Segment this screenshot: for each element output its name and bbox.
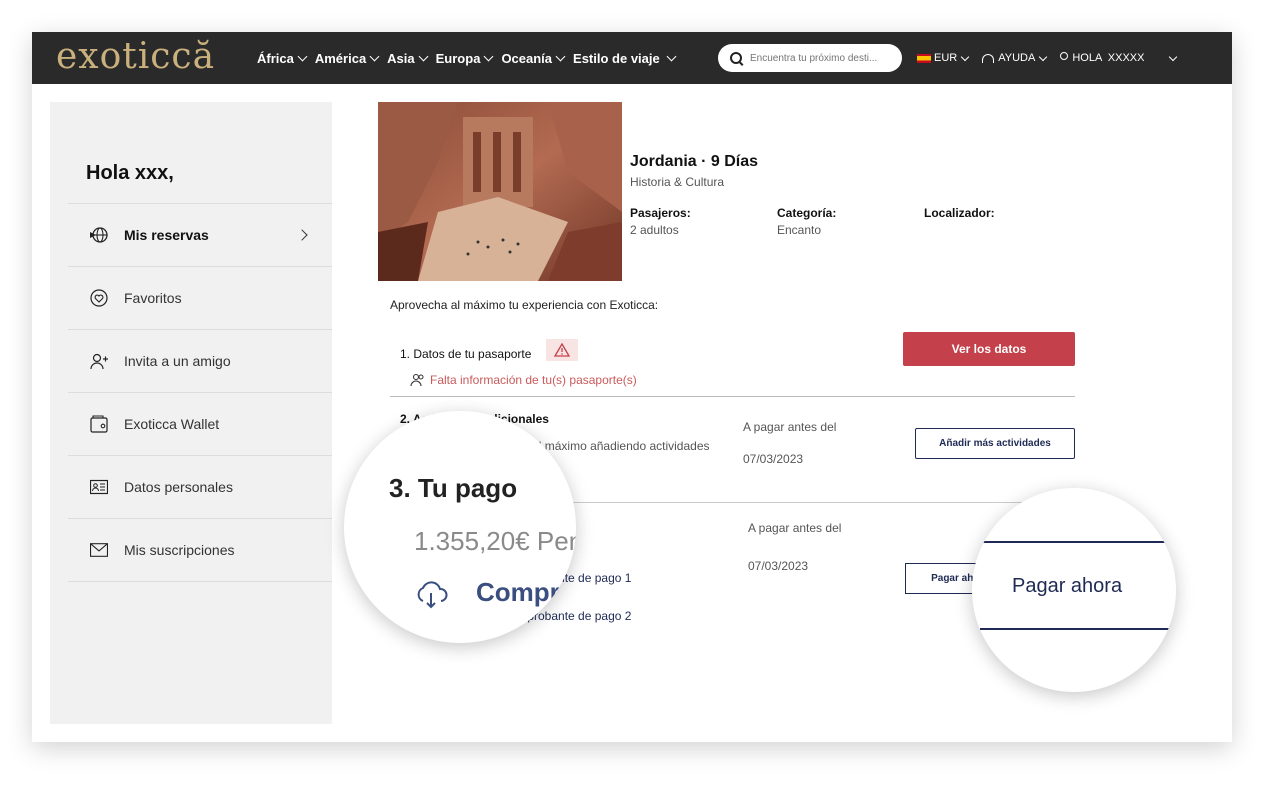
trip-title: Jordania · 9 Días [630, 153, 759, 170]
spain-flag-icon [917, 53, 931, 63]
headset-icon [982, 53, 995, 63]
warning-triangle-icon [554, 343, 570, 357]
chevron-down-icon [483, 51, 494, 61]
meta-locator: Localizador: [924, 206, 995, 223]
divider [390, 396, 1075, 397]
search-icon [730, 52, 742, 64]
payment-section-title: 3. Tu pago [389, 473, 518, 503]
chevron-down-icon [418, 51, 429, 61]
main-nav: África América Asia Europa Oceanía Estil… [257, 32, 684, 84]
view-data-button[interactable]: Ver los datos [903, 332, 1075, 366]
meta-key: Localizador: [924, 206, 995, 220]
chevron-down-icon [297, 51, 308, 61]
chevron-down-icon [1039, 52, 1048, 61]
globe-plane-icon [90, 226, 108, 244]
heart-icon [90, 289, 108, 307]
sidebar-item-label: Mis suscripciones [124, 542, 235, 558]
sidebar-item-favoritos[interactable]: Favoritos [68, 266, 332, 329]
account-sidebar: Hola xxx, Mis reservas Favoritos Invita [50, 102, 332, 724]
meta-key: Pasajeros: [630, 206, 691, 220]
nav-item-europa[interactable]: Europa [436, 51, 494, 66]
search-bar[interactable] [718, 44, 902, 72]
trip-photo-petra [378, 102, 622, 281]
top-navigation-bar: exoticcă África América Asia Europa Ocea… [32, 32, 1232, 84]
button-border-top [980, 541, 1176, 543]
currency-selector[interactable]: EUR [917, 52, 970, 64]
sidebar-item-label: Exoticca Wallet [124, 416, 220, 432]
payment-pay-before: A pagar antes del [748, 521, 842, 535]
nav-item-america[interactable]: América [315, 51, 380, 66]
cloud-download-icon [417, 581, 448, 609]
user-greeting: HOLA XXXXX [1072, 52, 1145, 64]
search-input[interactable] [748, 51, 897, 65]
chevron-down-icon [1169, 52, 1178, 61]
meta-category: Categoría: Encanto [777, 206, 836, 237]
chevron-right-icon [296, 229, 308, 241]
sidebar-item-wallet[interactable]: Exoticca Wallet [68, 392, 332, 455]
magnifier-payment-callout: 3. Tu pago 1.355,20€ Pendiente Comproban… [344, 411, 576, 643]
mail-icon [90, 541, 108, 559]
magnifier-pay-button-callout: Pagar ahora [972, 488, 1176, 692]
account-menu: Mis reservas Favoritos Invita a un amigo [68, 203, 332, 582]
user-icon [1060, 52, 1069, 60]
sidebar-item-label: Datos personales [124, 479, 233, 495]
button-border-bottom [980, 628, 1176, 630]
chevron-down-icon [369, 51, 380, 61]
nav-item-estilo-de-viaje[interactable]: Estilo de viaje [573, 51, 677, 66]
sidebar-item-label: Favoritos [124, 290, 182, 306]
sidebar-item-invita-amigo[interactable]: Invita a un amigo [68, 329, 332, 392]
passport-section-label: 1. Datos de tu pasaporte [400, 347, 532, 361]
user-menu[interactable]: HOLA XXXXX [1060, 52, 1178, 64]
chevron-down-icon [666, 51, 677, 61]
trip-subtitle: Historia & Cultura [630, 175, 725, 189]
sidebar-item-suscripciones[interactable]: Mis suscripciones [68, 518, 332, 582]
activities-pay-before: A pagar antes del [743, 420, 837, 434]
meta-value: Encanto [777, 223, 822, 237]
browser-frame: exoticcă África América Asia Europa Ocea… [32, 32, 1232, 742]
passport-warning: Falta información de tu(s) pasaporte(s) [410, 373, 637, 387]
nav-item-africa[interactable]: África [257, 51, 308, 66]
nav-item-asia[interactable]: Asia [387, 51, 429, 66]
meta-key: Categoría: [777, 206, 837, 220]
users-icon [410, 373, 424, 387]
sidebar-item-datos-personales[interactable]: Datos personales [68, 455, 332, 518]
currency-label: EUR [934, 52, 958, 64]
activities-due-date: 07/03/2023 [743, 452, 804, 466]
sidebar-item-label: Mis reservas [124, 227, 209, 243]
nav-item-oceania[interactable]: Oceanía [501, 51, 566, 66]
pay-now-button-magnified[interactable]: Pagar ahora [1012, 575, 1122, 598]
sidebar-item-label: Invita a un amigo [124, 353, 231, 369]
pending-amount: 1.355,20€ Pendiente [414, 526, 576, 556]
chevron-down-icon [555, 51, 566, 61]
add-activities-button[interactable]: Añadir más actividades [915, 428, 1075, 459]
help-menu[interactable]: AYUDA [982, 52, 1048, 64]
greeting-title: Hola xxx, [86, 162, 174, 184]
id-card-icon [90, 478, 108, 496]
chevron-down-icon [960, 52, 970, 61]
exoticca-logo[interactable]: exoticcă [56, 36, 215, 77]
add-user-icon [90, 352, 108, 370]
meta-value: 2 adultos [630, 223, 679, 237]
help-label: AYUDA [998, 52, 1036, 64]
wallet-icon [90, 415, 108, 433]
meta-passengers: Pasajeros: 2 adultos [630, 206, 691, 237]
sidebar-item-mis-reservas[interactable]: Mis reservas [68, 203, 332, 266]
receipt-link-magnified[interactable]: Comprobante [476, 577, 576, 608]
payment-due-date: 07/03/2023 [748, 559, 809, 573]
warning-badge [546, 339, 578, 361]
header-tools: EUR AYUDA HOLA XXXXX [917, 32, 1190, 84]
passport-warning-text: Falta información de tu(s) pasaporte(s) [430, 373, 637, 387]
intro-text: Aprovecha al máximo tu experiencia con E… [390, 298, 659, 312]
